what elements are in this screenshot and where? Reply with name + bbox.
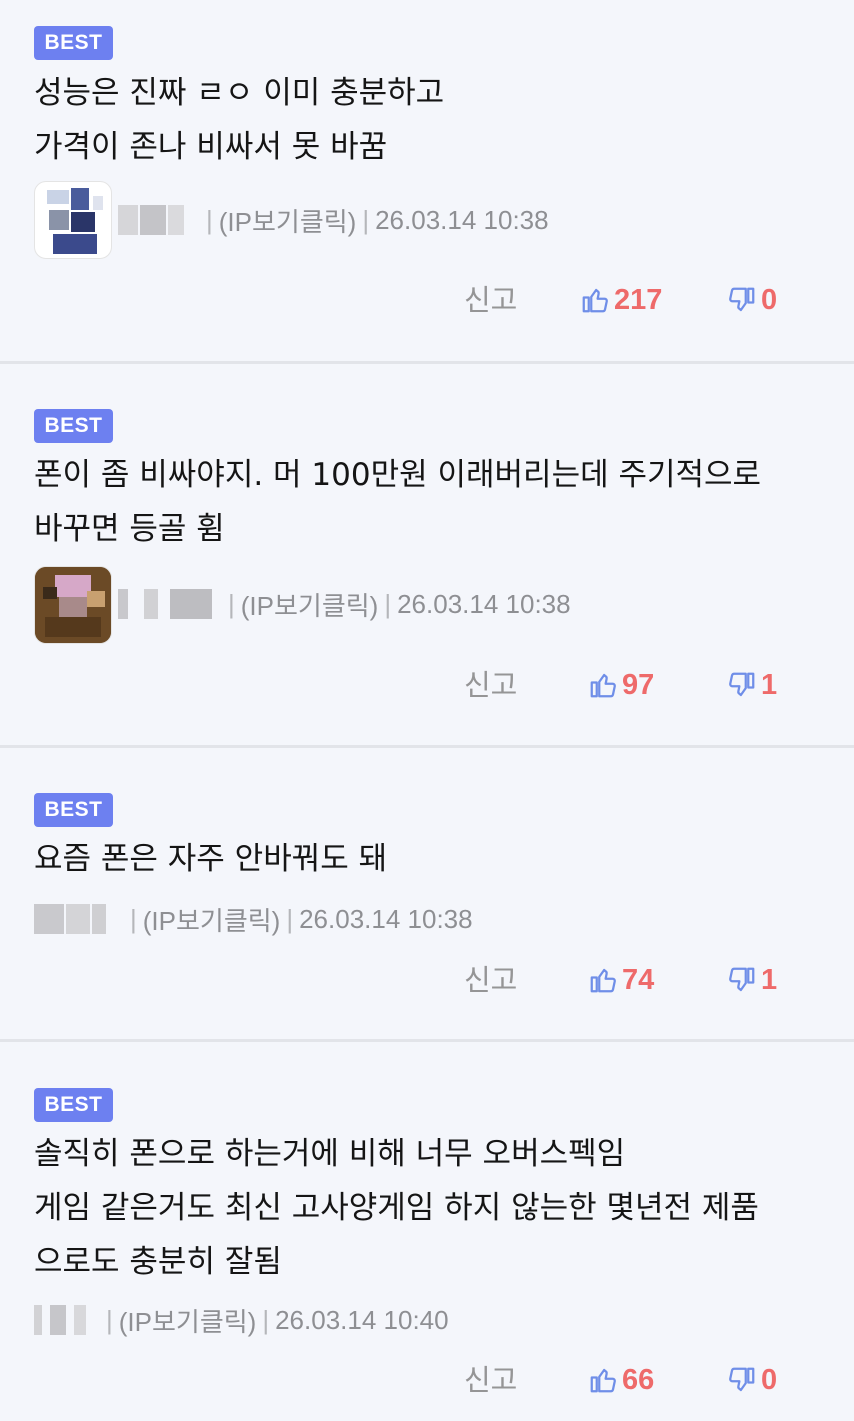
comment-item: BEST 폰이 좀 비싸야지. 머 100만원 이래버리는데 주기적으로 바꾸면… [0,364,854,748]
meta-separator: | [228,588,235,619]
ip-view-link[interactable]: (IP보기클릭) [143,901,281,938]
blurred-nickname[interactable] [118,205,190,235]
best-badge: BEST [34,26,113,60]
meta-separator: | [206,204,213,235]
comment-actions: 신고 74 1 [0,960,854,1000]
best-badge: BEST [34,409,113,443]
upvote-button[interactable]: 97 [588,665,654,705]
downvote-button[interactable]: 1 [727,960,777,1000]
comment-meta: | (IP보기클릭) | 26.03.14 10:38 [118,185,549,255]
upvote-button[interactable]: 66 [588,1360,654,1400]
thumbs-up-icon [590,968,616,993]
comment-actions: 신고 97 1 [0,665,854,705]
comment-text: 폰이 좀 비싸야지. 머 100만원 이래버리는데 주기적으로 바꾸면 등골 휨 [34,457,762,547]
upvote-button[interactable]: 74 [588,960,654,1000]
thumbs-down-icon [729,672,755,697]
upvote-count: 74 [622,963,655,996]
avatar[interactable] [34,181,112,259]
avatar[interactable] [34,566,112,644]
thumbs-down-icon [729,1367,755,1392]
ip-view-link[interactable]: (IP보기클릭) [241,586,379,623]
comment-meta: | (IP보기클릭) | 26.03.14 10:38 [34,884,473,954]
comment-actions: 신고 66 0 [0,1360,854,1400]
upvote-count: 217 [614,283,663,316]
comment-timestamp: 26.03.14 10:38 [375,204,549,235]
ip-view-link[interactable]: (IP보기클릭) [119,1302,257,1339]
meta-separator: | [106,1304,113,1335]
downvote-button[interactable]: 0 [727,1360,777,1400]
comment-text: 요즘 폰은 자주 안바꿔도 돼 [34,841,388,877]
meta-separator: | [384,588,392,619]
report-button[interactable]: 신고 [464,280,517,320]
comment-meta: | (IP보기클릭) | 26.03.14 10:38 [118,569,571,639]
ip-view-link[interactable]: (IP보기클릭) [219,202,357,239]
thumbs-up-icon [582,288,608,313]
comment-timestamp: 26.03.14 10:38 [397,588,571,619]
blurred-nickname[interactable] [34,1305,90,1335]
downvote-count: 0 [761,283,778,316]
downvote-button[interactable]: 0 [727,280,777,320]
comment-timestamp: 26.03.14 10:40 [275,1304,449,1335]
report-button[interactable]: 신고 [464,1360,517,1400]
thumbs-up-icon [590,673,616,698]
best-badge: BEST [34,1088,113,1122]
meta-separator: | [286,903,294,934]
upvote-button[interactable]: 217 [580,280,662,320]
meta-separator: | [262,1304,270,1335]
downvote-count: 1 [761,668,778,701]
comment-item: BEST 솔직히 폰으로 하는거에 비해 너무 오버스펙임 게임 같은거도 최신… [0,1042,854,1421]
comment-actions: 신고 217 0 [0,280,854,320]
thumbs-down-icon [729,967,755,992]
thumbs-up-icon [590,1368,616,1393]
meta-separator: | [362,204,370,235]
meta-separator: | [130,903,137,934]
report-button[interactable]: 신고 [464,960,517,1000]
downvote-count: 0 [761,1363,778,1396]
blurred-nickname[interactable] [118,589,212,619]
comment-text: 솔직히 폰으로 하는거에 비해 너무 오버스펙임 게임 같은거도 최신 고사양게… [34,1136,759,1280]
upvote-count: 66 [622,1363,655,1396]
report-button[interactable]: 신고 [464,665,517,705]
comment-timestamp: 26.03.14 10:38 [299,903,473,934]
upvote-count: 97 [622,668,655,701]
best-badge: BEST [34,793,113,827]
thumbs-down-icon [729,287,755,312]
blurred-nickname[interactable] [34,904,114,934]
comment-item: BEST 성능은 진짜 ㄹㅇ 이미 충분하고 가격이 존나 비싸서 못 바꿈 |… [0,0,854,364]
comment-text: 성능은 진짜 ㄹㅇ 이미 충분하고 가격이 존나 비싸서 못 바꿈 [34,75,445,165]
downvote-button[interactable]: 1 [727,665,777,705]
comment-item: BEST 요즘 폰은 자주 안바꿔도 돼 | (IP보기클릭) | 26.03.… [0,748,854,1042]
downvote-count: 1 [761,963,778,996]
comment-meta: | (IP보기클릭) | 26.03.14 10:40 [34,1285,449,1355]
